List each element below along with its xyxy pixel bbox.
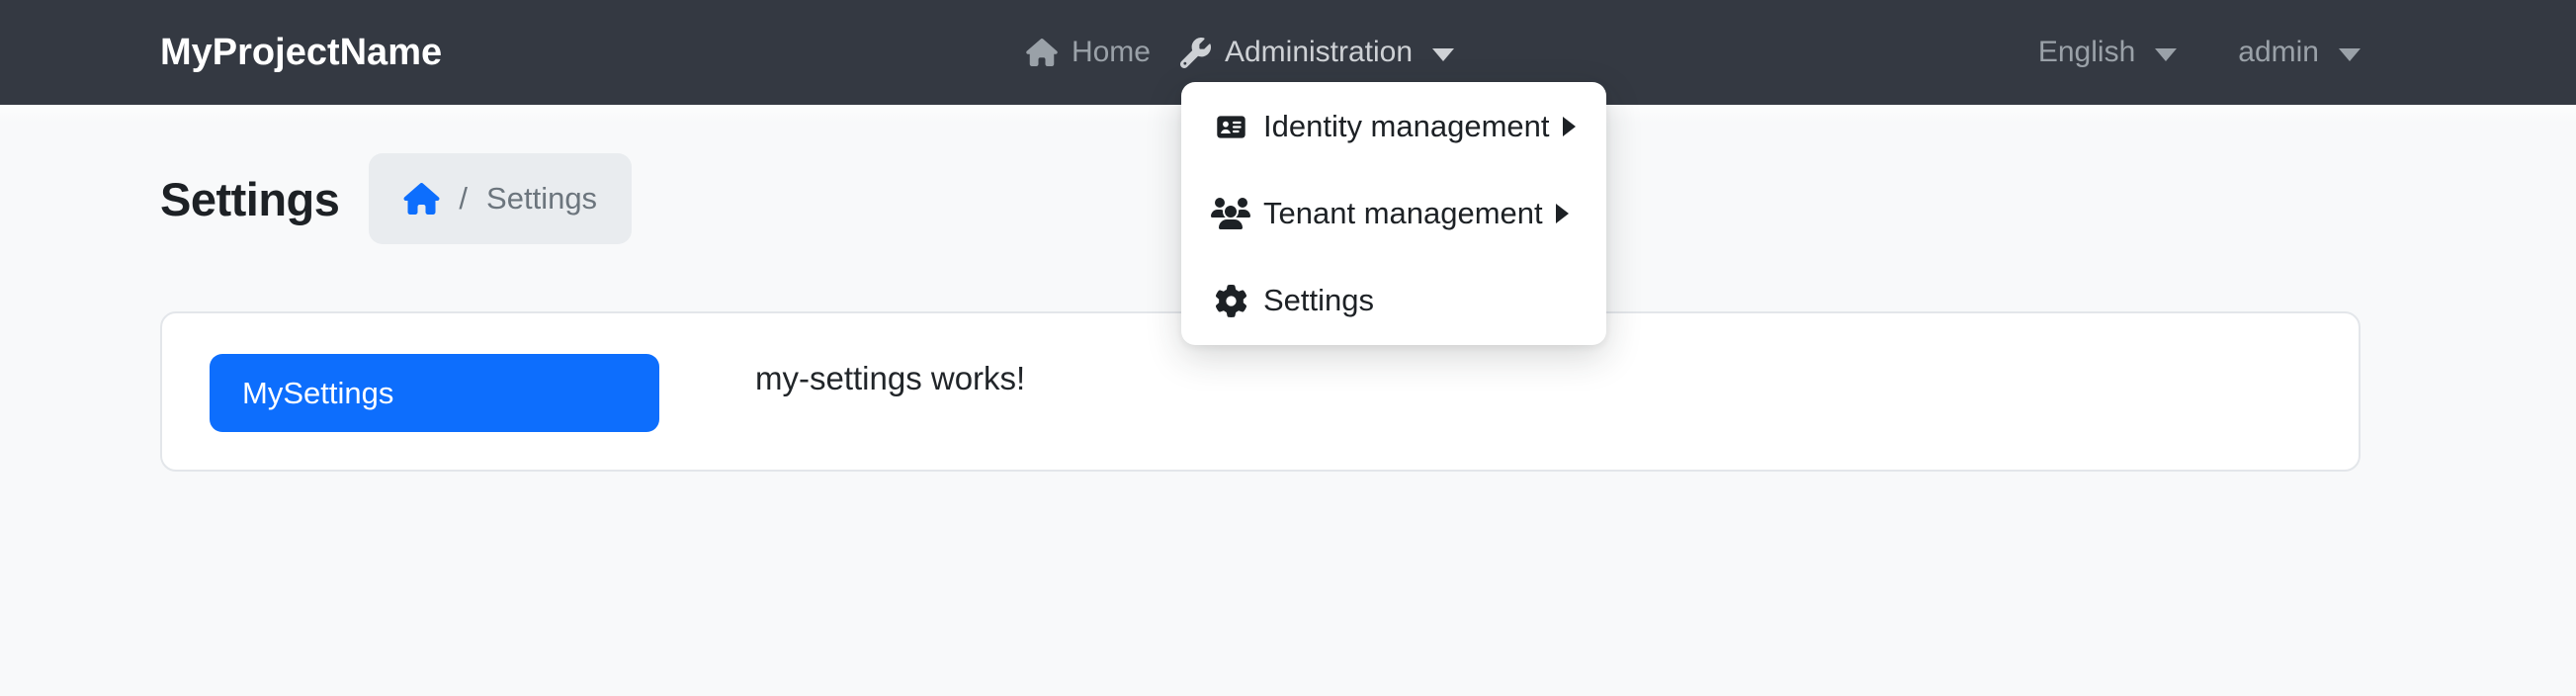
settings-content-text: my-settings works! bbox=[755, 360, 1025, 397]
gear-icon bbox=[1211, 285, 1250, 317]
dropdown-item-settings[interactable]: Settings bbox=[1181, 257, 1606, 344]
mysettings-tab-button[interactable]: MySettings bbox=[210, 354, 659, 432]
page-title: Settings bbox=[160, 172, 339, 226]
caret-down-icon bbox=[2339, 48, 2361, 61]
dropdown-item-label: Identity management bbox=[1263, 109, 1550, 144]
id-card-icon bbox=[1211, 112, 1250, 142]
wrench-icon bbox=[1180, 38, 1211, 68]
brand-link[interactable]: MyProjectName bbox=[160, 32, 442, 74]
nav-item-home[interactable]: Home bbox=[1026, 36, 1151, 69]
administration-dropdown-menu: Identity management Tenant management Se… bbox=[1181, 82, 1606, 345]
caret-right-icon bbox=[1563, 117, 1576, 136]
caret-down-icon bbox=[2155, 48, 2177, 61]
breadcrumb-separator: / bbox=[459, 181, 468, 217]
breadcrumb: / Settings bbox=[369, 153, 632, 244]
language-dropdown[interactable]: English bbox=[2038, 36, 2177, 69]
breadcrumb-home-link[interactable] bbox=[403, 183, 440, 215]
dropdown-item-identity-management[interactable]: Identity management bbox=[1181, 83, 1606, 170]
home-icon bbox=[1026, 39, 1058, 66]
user-dropdown[interactable]: admin bbox=[2238, 36, 2361, 69]
home-icon bbox=[403, 183, 440, 215]
dropdown-item-label: Tenant management bbox=[1263, 196, 1543, 231]
language-label: English bbox=[2038, 36, 2135, 69]
main-nav: Home Administration bbox=[1026, 36, 1454, 69]
dropdown-item-tenant-management[interactable]: Tenant management bbox=[1181, 170, 1606, 257]
dropdown-item-label: Settings bbox=[1263, 283, 1374, 318]
caret-right-icon bbox=[1556, 204, 1569, 223]
nav-item-administration[interactable]: Administration bbox=[1180, 36, 1454, 69]
nav-item-label: Administration bbox=[1225, 36, 1413, 69]
caret-down-icon bbox=[1432, 48, 1454, 61]
nav-item-label: Home bbox=[1072, 36, 1151, 69]
breadcrumb-current: Settings bbox=[486, 181, 597, 217]
navbar-right: English admin bbox=[2038, 36, 2361, 69]
user-label: admin bbox=[2238, 36, 2319, 69]
users-icon bbox=[1211, 198, 1250, 229]
